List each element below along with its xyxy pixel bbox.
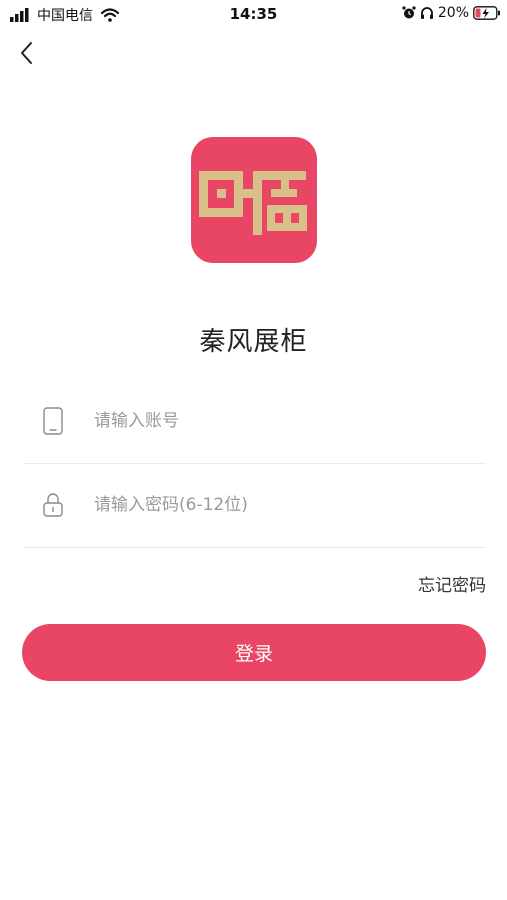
headphones-icon (420, 7, 433, 19)
logo-glyph-icon (199, 171, 307, 235)
status-bar: 中国电信 14:35 20% (0, 0, 507, 28)
status-right: 20% (402, 5, 501, 21)
app-logo (191, 137, 317, 263)
back-button[interactable] (14, 38, 42, 68)
password-input[interactable] (94, 487, 474, 523)
account-input[interactable] (94, 403, 474, 439)
password-field-row (24, 463, 486, 548)
battery-charging-icon (473, 6, 500, 20)
chevron-left-icon (21, 42, 32, 64)
alarm-icon (402, 6, 416, 19)
lock-icon (43, 493, 63, 517)
phone-icon (43, 407, 63, 435)
forgot-password-link[interactable]: 忘记密码 (418, 571, 486, 596)
account-field-row (24, 379, 486, 464)
app-title: 秦风展柜 (199, 327, 308, 357)
login-button[interactable]: 登录 (22, 624, 486, 681)
battery-percent: 20% (437, 5, 469, 21)
